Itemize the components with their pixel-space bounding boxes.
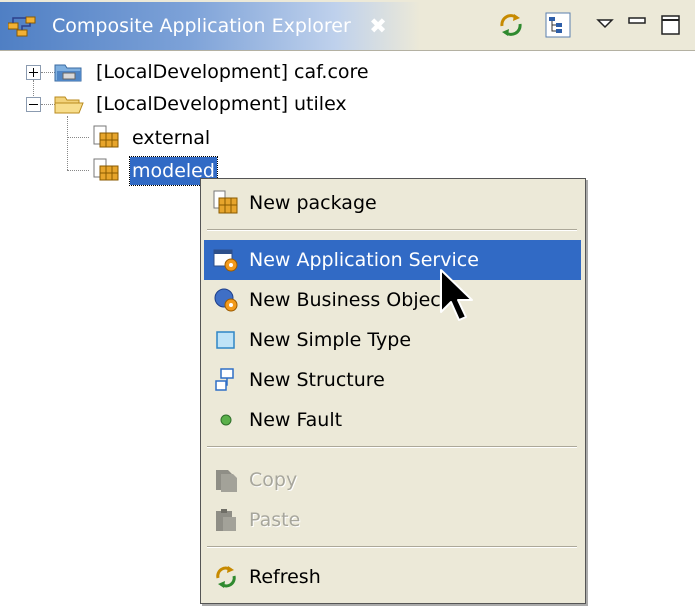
folder-closed-icon bbox=[54, 64, 82, 82]
menu-separator bbox=[207, 446, 577, 448]
menu-item-label: Paste bbox=[249, 509, 301, 531]
view-title: Composite Application Explorer bbox=[52, 15, 351, 37]
context-menu: New package New Application Service New … bbox=[200, 178, 586, 604]
menu-item-label: Copy bbox=[249, 469, 298, 491]
structure-icon bbox=[215, 368, 234, 391]
view-tab[interactable]: Composite Application Explorer ✖ bbox=[0, 2, 420, 50]
package-icon bbox=[93, 125, 119, 148]
menu-item-new-fault[interactable]: New Fault bbox=[204, 400, 581, 440]
tree-item-label: [LocalDevelopment] caf.core bbox=[96, 61, 369, 83]
menu-separator bbox=[207, 546, 577, 548]
refresh-icon bbox=[216, 566, 236, 588]
tree-item-caf-core[interactable]: [LocalDevelopment] caf.core bbox=[0, 58, 420, 86]
menu-item-copy[interactable]: Copy bbox=[204, 460, 581, 500]
menu-item-label: New Business Object bbox=[249, 289, 449, 311]
menu-item-label: New Fault bbox=[249, 409, 343, 431]
paste-icon bbox=[216, 509, 236, 531]
tree-item-external[interactable]: external bbox=[0, 124, 300, 152]
tree-item-label: [LocalDevelopment] utilex bbox=[96, 93, 347, 115]
collapse-icon[interactable] bbox=[26, 97, 41, 112]
menu-item-label: Refresh bbox=[249, 566, 321, 588]
business-object-icon bbox=[214, 288, 238, 312]
composite-application-explorer-view: Composite Application Explorer ✖ [LocalD… bbox=[0, 0, 695, 610]
menu-item-label: New Simple Type bbox=[249, 329, 412, 351]
tree-layout-icon[interactable] bbox=[543, 10, 573, 40]
menu-separator bbox=[207, 229, 577, 231]
sync-icon[interactable] bbox=[496, 10, 526, 40]
simple-type-icon bbox=[216, 331, 235, 349]
menu-item-new-structure[interactable]: New Structure bbox=[204, 360, 581, 400]
menu-item-new-package[interactable]: New package bbox=[204, 183, 581, 223]
fault-icon bbox=[220, 414, 232, 426]
mouse-cursor-icon bbox=[440, 269, 473, 321]
menu-item-new-business-object[interactable]: New Business Object bbox=[204, 280, 581, 320]
tree-item-label: external bbox=[132, 127, 211, 149]
minimize-icon[interactable] bbox=[622, 10, 652, 40]
maximize-icon[interactable] bbox=[656, 10, 686, 40]
composite-app-icon bbox=[8, 16, 36, 37]
copy-icon bbox=[216, 470, 237, 492]
menu-item-label: New package bbox=[249, 192, 377, 214]
folder-open-icon bbox=[54, 96, 84, 114]
menu-item-new-application-service[interactable]: New Application Service bbox=[204, 240, 581, 280]
menu-item-new-simple-type[interactable]: New Simple Type bbox=[204, 320, 581, 360]
application-service-icon bbox=[213, 249, 238, 272]
package-icon bbox=[93, 158, 119, 181]
close-icon[interactable]: ✖ bbox=[366, 14, 390, 38]
menu-item-refresh[interactable]: Refresh bbox=[204, 557, 581, 597]
expand-icon[interactable] bbox=[26, 65, 41, 80]
view-menu-icon[interactable] bbox=[590, 10, 620, 40]
menu-item-paste[interactable]: Paste bbox=[204, 500, 581, 540]
package-icon bbox=[213, 190, 238, 214]
tree-item-utilex[interactable]: [LocalDevelopment] utilex bbox=[0, 90, 420, 118]
menu-item-label: New Structure bbox=[249, 369, 385, 391]
view-title-bar: Composite Application Explorer ✖ bbox=[0, 0, 695, 51]
